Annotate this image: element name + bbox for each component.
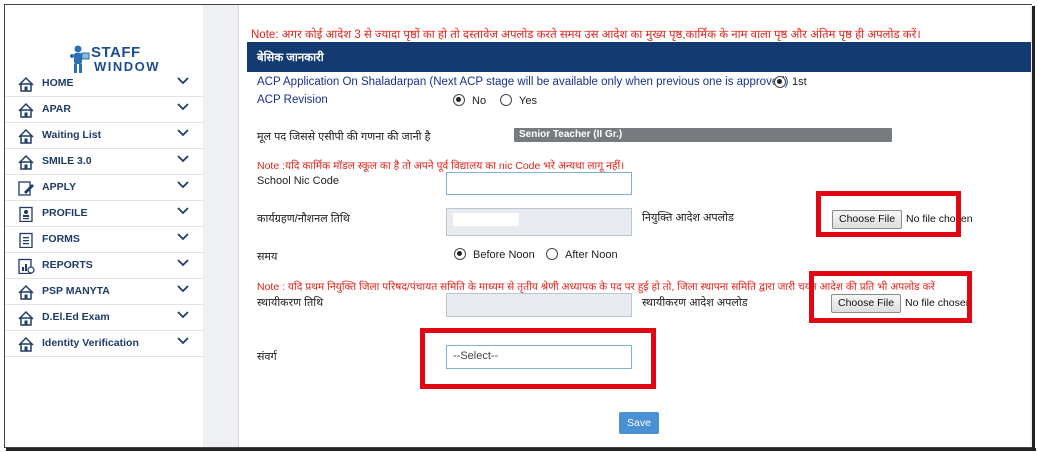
acp-1st-radio[interactable]	[774, 76, 786, 88]
time-label: समय	[257, 251, 278, 263]
sidebar-item-label: Waiting List	[42, 129, 102, 141]
chevron-down-icon[interactable]	[177, 336, 189, 346]
sidebar-item-label: HOME	[42, 77, 74, 89]
sidebar-item-forms[interactable]: FORMS	[5, 227, 203, 253]
home-icon	[18, 154, 34, 170]
home-icon	[18, 128, 34, 144]
post-value: Senior Teacher (II Gr.)	[514, 128, 892, 142]
nic-note: Note :यदि कार्मिक मॉडल स्कूल का है तो अप…	[257, 160, 625, 172]
home-icon	[18, 336, 34, 352]
sidebar-item-label: PROFILE	[42, 207, 88, 219]
sidebar-item-smile-3-0[interactable]: SMILE 3.0	[5, 149, 203, 175]
sidebar-item-label: FORMS	[42, 233, 80, 245]
chevron-down-icon[interactable]	[177, 310, 189, 320]
sidebar-item-identity-verification[interactable]: Identity Verification	[5, 331, 203, 357]
sidebar-item-label: APPLY	[42, 181, 77, 193]
after-noon-radio[interactable]	[546, 248, 558, 260]
cadre-label: संवर्ग	[257, 351, 277, 363]
revision-no-label: No	[472, 95, 487, 107]
joining-date-value-redacted	[453, 213, 519, 226]
sidebar-item-psp-manyta[interactable]: PSP MANYTA	[5, 279, 203, 305]
home-icon	[18, 284, 34, 300]
sidebar-item-waiting-list[interactable]: Waiting List	[5, 123, 203, 149]
profile-icon	[19, 206, 33, 222]
chevron-down-icon[interactable]	[177, 128, 189, 138]
sidebar-gutter	[203, 5, 233, 447]
home-icon	[18, 76, 34, 92]
sidebar-item-apply[interactable]: APPLY	[5, 175, 203, 201]
sidebar-item-label: PSP MANYTA	[42, 285, 110, 297]
forms-icon	[19, 232, 33, 248]
chevron-down-icon[interactable]	[177, 284, 189, 294]
reports-icon	[18, 258, 35, 274]
sidebar-item-profile[interactable]: PROFILE	[5, 201, 203, 227]
form-panel: Note: अगर कोई आदेश 3 से ज्यादा पृष्ठों क…	[238, 5, 1031, 447]
main-area: Note: अगर कोई आदेश 3 से ज्यादा पृष्ठों क…	[233, 5, 1032, 447]
sidebar-item-reports[interactable]: REPORTS	[5, 253, 203, 279]
chevron-down-icon[interactable]	[177, 258, 189, 268]
sidebar-item-label: Identity Verification	[42, 337, 139, 349]
nic-code-input[interactable]	[446, 172, 632, 195]
before-noon-label: Before Noon	[473, 249, 535, 261]
sidebar-item-apar[interactable]: APAR	[5, 97, 203, 123]
revision-yes-label: Yes	[519, 95, 537, 107]
joining-date-input[interactable]	[446, 208, 632, 236]
confirmation-date-label: स्थायीकरण तिथि	[257, 297, 324, 309]
acp-1st-label: 1st	[792, 76, 807, 88]
home-icon	[18, 310, 34, 326]
save-button[interactable]: Save	[619, 412, 659, 434]
frame-shadow-bottom	[6, 448, 1036, 451]
acp-application-label: ACP Application On Shaladarpan (Next ACP…	[257, 76, 789, 88]
home-icon	[18, 102, 34, 118]
post-label: मूल पद जिससे एसीपी की गणना की जानी है	[257, 131, 431, 143]
edit-icon	[18, 181, 34, 196]
chevron-down-icon[interactable]	[177, 206, 189, 216]
revision-yes-radio[interactable]	[500, 94, 512, 106]
chevron-down-icon[interactable]	[177, 232, 189, 242]
sidebar-item-home[interactable]: HOME	[5, 71, 203, 97]
nic-code-label: School Nic Code	[257, 175, 339, 187]
upload-note: Note: अगर कोई आदेश 3 से ज्यादा पृष्ठों क…	[251, 29, 921, 41]
sidebar-nav: HOME APAR Waiting List SMILE 3.0 APPLY PROFIL…	[5, 71, 203, 357]
revision-no-radio[interactable]	[453, 94, 465, 106]
frame-shadow-right	[1032, 6, 1035, 451]
joining-date-label: कार्यग्रहण/नौशनल तिथि	[257, 213, 350, 225]
chevron-down-icon[interactable]	[177, 154, 189, 164]
sidebar-item-label: D.El.Ed Exam	[42, 311, 110, 323]
appointment-upload-label: नियुक्ति आदेश अपलोड	[642, 212, 734, 224]
after-noon-label: After Noon	[565, 249, 618, 261]
highlight-box-confirmation-upload	[809, 271, 972, 323]
highlight-box-appointment-upload	[816, 191, 961, 237]
sidebar-item-label: REPORTS	[42, 259, 93, 271]
staff-figure-icon	[70, 45, 90, 73]
confirmation-upload-label: स्थायीकरण आदेश अपलोड	[642, 297, 748, 309]
sidebar-item-label: SMILE 3.0	[42, 155, 92, 167]
acp-revision-label: ACP Revision	[257, 94, 328, 106]
chevron-down-icon[interactable]	[177, 102, 189, 112]
chevron-down-icon[interactable]	[177, 180, 189, 190]
confirmation-date-input[interactable]	[446, 293, 632, 317]
sidebar-item-d-el-ed-exam[interactable]: D.El.Ed Exam	[5, 305, 203, 331]
chevron-down-icon[interactable]	[177, 76, 189, 86]
section-header: बेसिक जानकारी	[247, 42, 1031, 72]
sidebar: STAFF WINDOW HOME APAR Waiting List SMILE 3…	[5, 5, 203, 447]
before-noon-radio[interactable]	[454, 248, 466, 260]
highlight-box-cadre	[420, 328, 656, 389]
sidebar-item-label: APAR	[42, 103, 71, 115]
